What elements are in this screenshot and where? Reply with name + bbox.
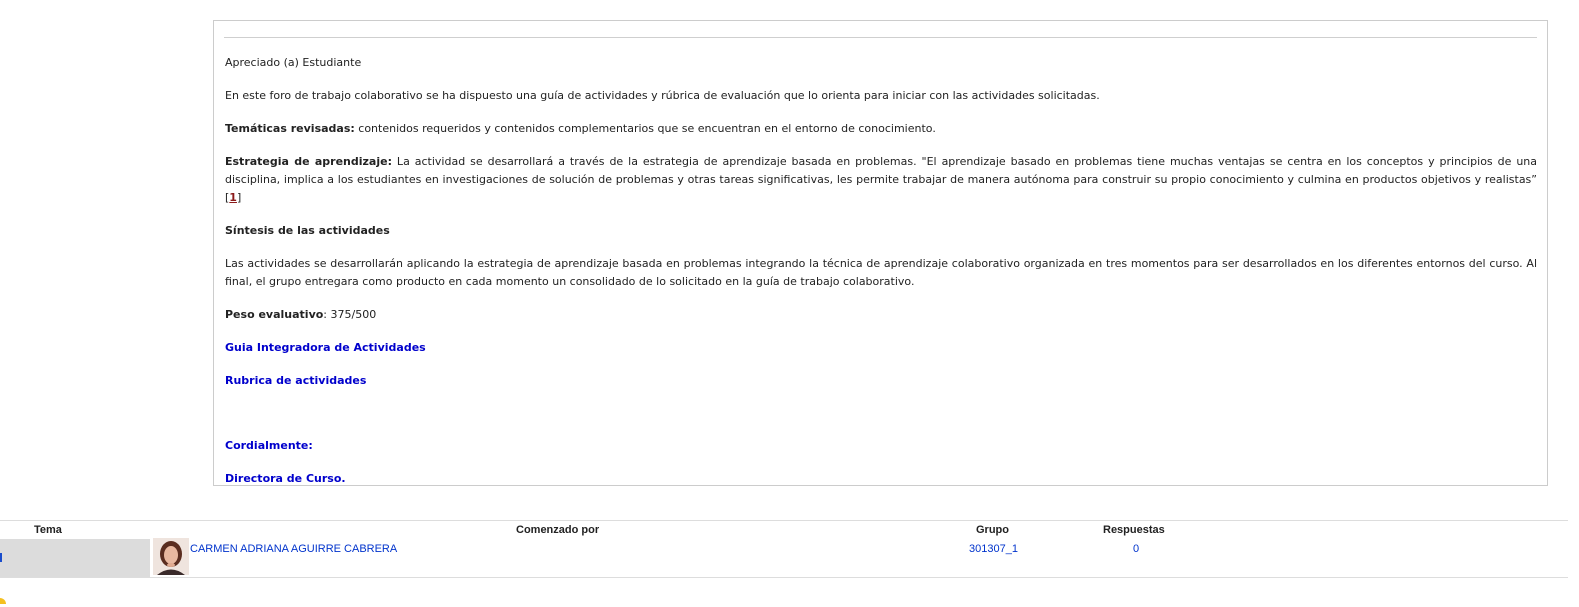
guia-integradora-link[interactable]: Guia Integradora de Actividades	[225, 341, 426, 354]
footnote-link[interactable]: 1	[229, 191, 237, 204]
footnote-close: ]	[236, 191, 242, 204]
user-photo-icon[interactable]	[153, 538, 189, 575]
estrategia-label: Estrategia de aprendizaje:	[225, 155, 392, 168]
author-link[interactable]: CARMEN ADRIANA AGUIRRE CABRERA	[190, 543, 397, 555]
row-marker	[0, 553, 2, 562]
header-respuestas: Respuestas	[1103, 524, 1165, 536]
decoration-icon	[0, 598, 6, 604]
header-comenzado-por: Comenzado por	[516, 524, 600, 536]
guia-link-paragraph: Guia Integradora de Actividades	[225, 339, 1537, 357]
divider	[224, 37, 1537, 38]
tematicas-label: Temáticas revisadas:	[225, 122, 355, 135]
estrategia-text: La actividad se desarrollará a través de…	[225, 155, 1537, 204]
peso-label: Peso evaluativo	[225, 308, 324, 321]
intro-paragraph: En este foro de trabajo colaborativo se …	[225, 89, 1100, 102]
tematicas-paragraph: Temáticas revisadas: contenidos requerid…	[225, 120, 1537, 138]
sintesis-paragraph: Las actividades se desarrollarán aplican…	[225, 257, 1537, 288]
greeting: Apreciado (a) Estudiante	[225, 56, 362, 69]
header-tema: Tema	[34, 524, 62, 536]
tematicas-text: contenidos requeridos y contenidos compl…	[354, 122, 936, 135]
replies-count[interactable]: 0	[1133, 543, 1139, 555]
sintesis-heading: Síntesis de las actividades	[225, 222, 1537, 240]
forum-intro-box: Apreciado (a) Estudiante En este foro de…	[213, 20, 1548, 486]
peso-value: : 375/500	[323, 308, 377, 321]
rubrica-link-paragraph: Rubrica de actividades	[225, 372, 1537, 390]
group-link[interactable]: 301307_1	[969, 543, 1018, 555]
estrategia-paragraph: Estrategia de aprendizaje: La actividad …	[225, 153, 1537, 207]
peso-paragraph: Peso evaluativo: 375/500	[225, 306, 1537, 324]
signature-line-2: Directora de Curso.	[225, 472, 346, 485]
forum-intro-content: Apreciado (a) Estudiante En este foro de…	[225, 54, 1537, 503]
table-bottom-border	[0, 577, 1568, 578]
tema-cell[interactable]	[0, 539, 150, 577]
table-top-border	[0, 520, 1568, 521]
signature-line-1: Cordialmente:	[225, 439, 313, 452]
header-grupo: Grupo	[976, 524, 1009, 536]
sintesis-heading-text: Síntesis de las actividades	[225, 224, 390, 237]
rubrica-link[interactable]: Rubrica de actividades	[225, 374, 366, 387]
